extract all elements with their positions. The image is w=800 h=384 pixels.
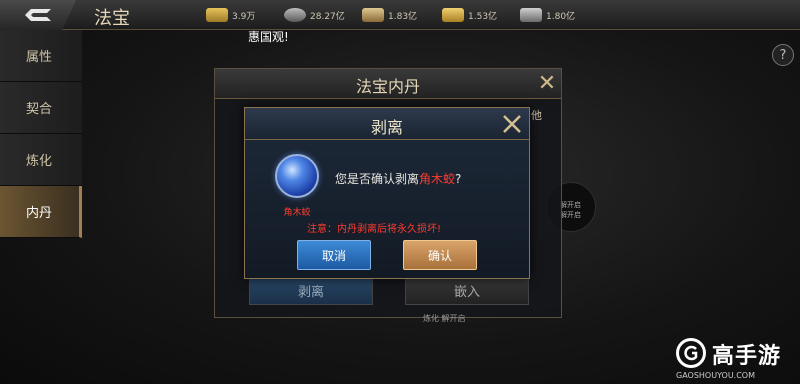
stone-icon: [520, 8, 542, 22]
strip-confirm-dialog: 剥离 角木蛟 您是否确认剥离角木蛟? 注意：内丹剥离后将永久损坏! 取消 确认: [244, 107, 530, 279]
confirm-item-name: 角木蛟: [419, 172, 456, 186]
strip-button[interactable]: 剥离: [249, 275, 373, 305]
cancel-button[interactable]: 取消: [297, 240, 371, 270]
gold-ingot-icon: [206, 8, 228, 22]
watermark-logo-icon: [676, 338, 706, 368]
watermark-subtext: GAOSHOUYOU.COM: [676, 371, 756, 380]
inner-core-orb-icon: [275, 154, 319, 198]
silver-coin-icon: [284, 8, 306, 22]
dialog-close-button[interactable]: [497, 110, 527, 138]
key-icon: [442, 8, 464, 22]
back-icon: [25, 9, 51, 21]
watermark-text: 高手游: [712, 344, 782, 369]
help-button[interactable]: ?: [772, 44, 794, 66]
resource-stone: 1.80亿: [520, 6, 575, 24]
close-icon: ✕: [537, 71, 557, 96]
resource-gold: 3.9万: [206, 6, 255, 24]
warning-message: 注意：内丹剥离后将永久损坏!: [307, 224, 442, 235]
sidebar-item-attributes[interactable]: 属性: [0, 30, 82, 82]
confirm-message: 您是否确认剥离角木蛟?: [335, 172, 462, 186]
panel-title: 法宝内丹: [355, 77, 420, 96]
panel-bottom-text: 炼化 解开启: [423, 314, 466, 323]
resource-silver: 28.27亿: [284, 6, 345, 24]
page-title: 法宝: [94, 8, 130, 29]
resource-scroll: 1.83亿: [362, 6, 417, 24]
top-bar: 法宝 3.9万 28.27亿 1.83亿 1.53亿 1.80亿: [0, 0, 800, 30]
dialog-header: 剥离: [245, 108, 529, 140]
sidebar-item-fit[interactable]: 契合: [0, 82, 82, 134]
slot-label: 解开启: [560, 211, 581, 219]
item-name: 角木蛟: [283, 208, 311, 218]
dialog-title: 剥离: [370, 118, 403, 137]
confirm-button[interactable]: 确认: [403, 240, 477, 270]
panel-close-button[interactable]: ✕: [533, 71, 561, 97]
back-button[interactable]: [0, 0, 76, 30]
close-icon: [503, 115, 521, 133]
resource-key: 1.53亿: [442, 6, 497, 24]
panel-side-text: 他: [531, 109, 542, 122]
question-icon: ?: [779, 47, 787, 63]
sidebar-item-refine[interactable]: 炼化: [0, 134, 82, 186]
panel-header: 法宝内丹 ✕: [215, 69, 561, 99]
notice-text: 惠国观!: [248, 30, 289, 44]
slot-label: 解开启: [560, 201, 581, 209]
sidebar: 属性 契合 炼化 内丹: [0, 30, 84, 240]
scroll-icon: [362, 8, 384, 22]
embed-button[interactable]: 嵌入: [405, 275, 529, 305]
sidebar-item-inner-core[interactable]: 内丹: [0, 186, 82, 238]
